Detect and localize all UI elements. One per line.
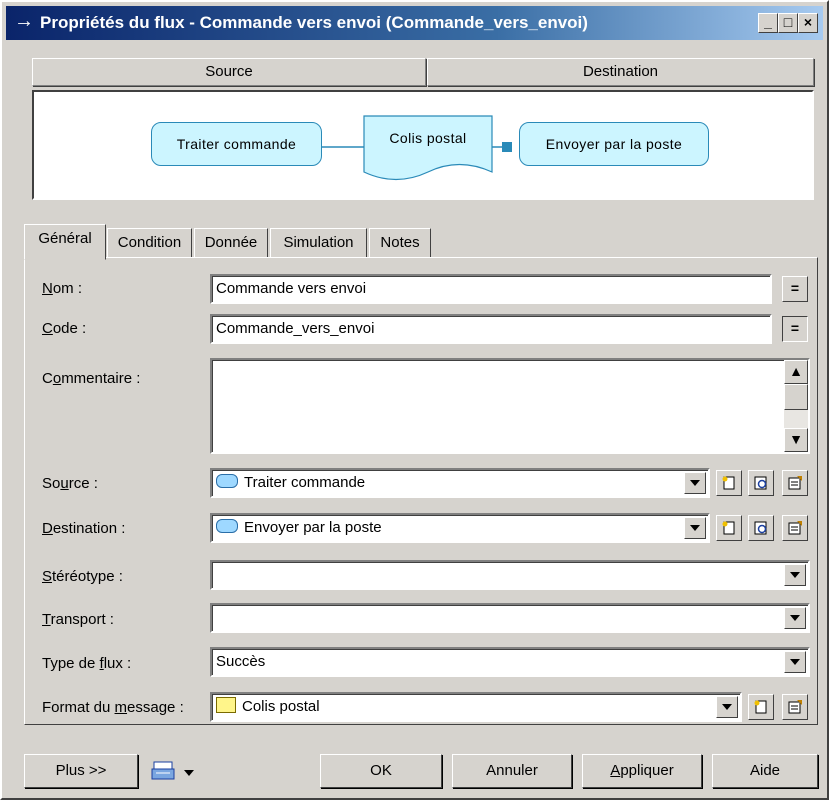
help-button[interactable]: Aide [712,754,818,788]
commentaire-label: Commentaire : [42,370,141,387]
new-object-icon [722,521,735,535]
type-flux-select[interactable]: Succès [210,647,810,677]
scroll-thumb[interactable] [784,384,808,410]
stereotype-dropdown-button[interactable] [784,564,806,586]
new-object-icon [722,476,735,490]
scroll-down-button[interactable]: ▼ [784,428,808,452]
title-bar[interactable]: → Propriétés du flux - Commande vers env… [6,6,823,40]
properties-icon [788,521,802,535]
format-properties-button[interactable] [782,694,808,720]
process-icon [216,519,238,533]
destination-dropdown-button[interactable] [684,517,706,539]
code-equals-button[interactable]: = [782,316,808,342]
source-new-button[interactable] [716,470,742,496]
source-header-button[interactable]: Source [32,58,426,86]
apply-button[interactable]: Appliquer [582,754,702,788]
message-format-icon [216,697,236,713]
new-object-icon [754,700,767,714]
source-value: Traiter commande [244,474,366,491]
properties-dialog: → Propriétés du flux - Commande vers env… [0,0,829,800]
type-flux-dropdown-button[interactable] [784,651,806,673]
maximize-button[interactable]: □ [778,13,798,33]
destination-properties-button[interactable] [782,515,808,541]
transport-dropdown-button[interactable] [784,607,806,629]
tab-simulation[interactable]: Simulation [270,228,367,258]
type-flux-label: Type de flux : [42,655,132,672]
commentaire-textarea[interactable]: ▲ ▼ [210,358,810,454]
diagram-node-message: Colis postal [389,130,467,146]
cancel-button[interactable]: Annuler [452,754,572,788]
commentaire-text[interactable] [212,360,782,452]
tab-donnee[interactable]: Donnée [194,228,268,258]
nom-label: Nom : [42,280,83,297]
tab-general[interactable]: Général [24,224,106,260]
destination-header-button[interactable]: Destination [427,58,814,86]
nom-equals-button[interactable]: = [782,276,808,302]
flow-arrow-icon: → [14,10,34,32]
source-select[interactable]: Traiter commande [210,468,710,498]
flow-arrow-head [502,142,512,152]
more-button[interactable]: Plus >> [24,754,138,788]
find-icon [754,521,767,535]
type-flux-value: Succès [216,653,266,670]
format-message-label: Format du message : [42,699,184,716]
tab-notes[interactable]: Notes [369,228,431,258]
print-icon [151,761,194,780]
stereotype-label: Stéréotype : [42,568,123,585]
code-input[interactable]: Commande_vers_envoi [210,314,772,344]
minimize-button[interactable]: _ [758,13,778,33]
flow-diagram-preview: Traiter commande Colis postal Envoyer pa… [32,90,814,200]
destination-value: Envoyer par la poste [244,519,382,536]
commentaire-scrollbar[interactable]: ▲ ▼ [784,360,808,452]
nom-input[interactable]: Commande vers envoi [210,274,772,304]
source-find-button[interactable] [748,470,774,496]
properties-icon [788,700,802,714]
transport-select[interactable] [210,603,810,633]
destination-find-button[interactable] [748,515,774,541]
destination-select[interactable]: Envoyer par la poste [210,513,710,543]
tab-condition[interactable]: Condition [107,228,192,258]
source-dropdown-button[interactable] [684,472,706,494]
window-title: Propriétés du flux - Commande vers envoi… [40,13,588,32]
diagram-node-source: Traiter commande [151,122,322,166]
destination-label: Destination : [42,520,126,537]
close-button[interactable]: × [798,13,818,33]
diagram-node-destination: Envoyer par la poste [519,122,709,166]
find-icon [754,476,767,490]
print-menu-button[interactable] [148,758,204,786]
source-properties-button[interactable] [782,470,808,496]
ok-button[interactable]: OK [320,754,442,788]
process-icon [216,474,238,488]
destination-new-button[interactable] [716,515,742,541]
message-shape [363,115,493,181]
format-message-dropdown-button[interactable] [716,696,738,718]
stereotype-select[interactable] [210,560,810,590]
format-new-button[interactable] [748,694,774,720]
properties-icon [788,476,802,490]
transport-label: Transport : [42,611,114,628]
source-label: Source : [42,475,98,492]
code-label: Code : [42,320,87,337]
format-message-value: Colis postal [242,698,320,715]
format-message-select[interactable]: Colis postal [210,692,742,722]
scroll-up-button[interactable]: ▲ [784,360,808,384]
